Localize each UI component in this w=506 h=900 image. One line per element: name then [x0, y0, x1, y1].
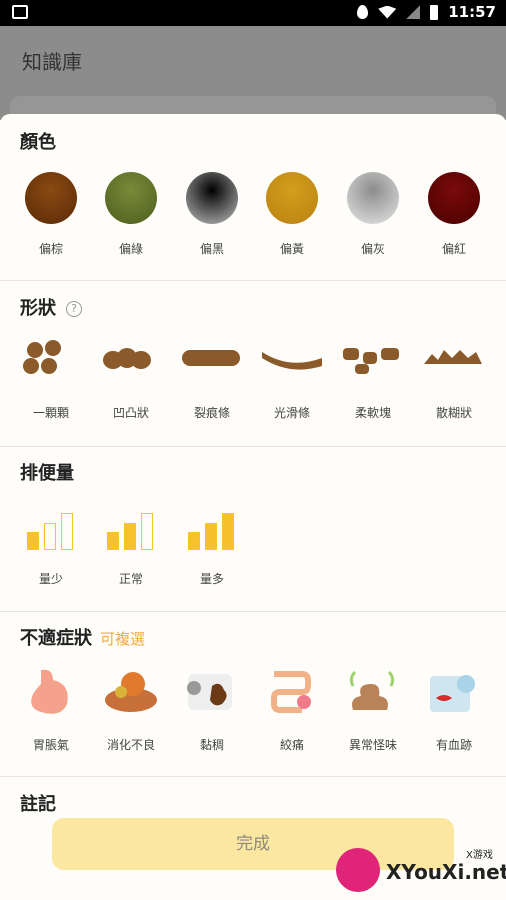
- color-label: 偏黑: [199, 242, 224, 256]
- amount-bar: [27, 532, 39, 550]
- image-notification-icon: [12, 5, 28, 19]
- color-option[interactable]: 偏紅: [414, 172, 494, 262]
- amount-bar: [188, 532, 200, 550]
- stomach-icon: [23, 666, 79, 722]
- color-swatch: [266, 172, 318, 224]
- shape-option[interactable]: 一顆顆: [11, 336, 91, 426]
- amount-option[interactable]: 量多: [172, 508, 252, 593]
- cellular-signal-icon: [406, 5, 421, 19]
- amount-option[interactable]: 量少: [11, 508, 91, 593]
- symptom-label: 有血跡: [435, 738, 472, 752]
- symptom-option[interactable]: 胃脹氣: [11, 666, 91, 758]
- symptom-label: 絞痛: [279, 738, 304, 752]
- mushy-icon: [422, 336, 486, 386]
- color-option[interactable]: 偏灰: [333, 172, 413, 262]
- amount-bar: [61, 513, 73, 550]
- color-label: 偏灰: [360, 242, 385, 256]
- watermark-small-text: X游戏: [466, 850, 493, 861]
- divider: [0, 776, 506, 777]
- sticky-toilet-paper-icon: [184, 666, 240, 722]
- location-icon: [357, 5, 369, 19]
- amount-option[interactable]: 正常: [91, 508, 171, 593]
- amount-label: 正常: [118, 572, 143, 586]
- amount-bars-icon: [107, 510, 157, 550]
- shape-label: 柔軟塊: [354, 406, 391, 420]
- divider: [0, 280, 506, 281]
- pellets-icon: [19, 336, 83, 386]
- multi-select-hint: 可複選: [100, 630, 146, 648]
- shape-label: 裂痕條: [193, 406, 230, 420]
- smelly-poop-icon: [345, 666, 401, 722]
- color-option[interactable]: 偏棕: [11, 172, 91, 262]
- symptom-label: 黏稠: [199, 738, 224, 752]
- color-swatch: [25, 172, 77, 224]
- status-bar: 11:57: [0, 0, 506, 26]
- color-label: 偏黃: [279, 242, 304, 256]
- watermark: X游戏 XYouXi.net: [336, 842, 506, 897]
- symptom-option[interactable]: 異常怪味: [333, 666, 413, 758]
- amount-bar: [141, 513, 153, 550]
- amount-label: 量少: [38, 572, 63, 586]
- cracked-log-icon: [180, 336, 244, 386]
- shape-option[interactable]: 柔軟塊: [333, 336, 413, 426]
- shape-label: 散糊狀: [435, 406, 472, 420]
- amount-bar: [107, 532, 119, 550]
- status-time: 11:57: [448, 3, 496, 21]
- symptom-label: 胃脹氣: [32, 738, 69, 752]
- section-title-color: 顏色: [20, 132, 56, 153]
- app-bar: 知識庫: [0, 26, 506, 92]
- battery-icon: [430, 4, 439, 20]
- color-swatch: [186, 172, 238, 224]
- wifi-icon: [378, 5, 397, 19]
- watermark-text: XYouXi.net: [386, 860, 506, 884]
- amount-bars-icon: [27, 510, 77, 550]
- color-label: 偏綠: [118, 242, 143, 256]
- bloody-paper-icon: [426, 666, 482, 722]
- shape-label: 凹凸狀: [112, 406, 149, 420]
- symptom-label: 異常怪味: [348, 738, 397, 752]
- page-title: 知識庫: [22, 50, 82, 74]
- soft-blobs-icon: [341, 336, 405, 386]
- symptom-option[interactable]: 黏稠: [172, 666, 252, 758]
- divider: [0, 611, 506, 612]
- amount-bar: [222, 513, 234, 550]
- indigestion-icon: [103, 666, 159, 722]
- section-title-notes: 註記: [20, 794, 56, 815]
- symptom-option[interactable]: 消化不良: [91, 666, 171, 758]
- symptom-option[interactable]: 有血跡: [414, 666, 494, 758]
- amount-bar: [124, 523, 136, 550]
- shape-label: 光滑條: [273, 406, 310, 420]
- color-swatch: [428, 172, 480, 224]
- watermark-logo-icon: [336, 848, 380, 892]
- shape-option[interactable]: 光滑條: [252, 336, 332, 426]
- shape-option[interactable]: 裂痕條: [172, 336, 252, 426]
- smooth-log-icon: [260, 336, 324, 386]
- help-icon[interactable]: ?: [66, 301, 82, 317]
- shape-option[interactable]: 凹凸狀: [91, 336, 171, 426]
- symptom-option[interactable]: 絞痛: [252, 666, 332, 758]
- lumpy-icon: [99, 336, 163, 386]
- divider: [0, 446, 506, 447]
- color-label: 偏紅: [441, 242, 466, 256]
- color-label: 偏棕: [38, 242, 63, 256]
- amount-bar: [44, 523, 56, 550]
- amount-bar: [205, 523, 217, 550]
- color-option[interactable]: 偏綠: [91, 172, 171, 262]
- knowledge-sheet: 顏色 形狀? 排便量 不適症狀 可複選 註記 偏棕 偏綠 偏黑 偏黃 偏灰 偏紅一顆顆 凹凸狀…: [0, 114, 506, 900]
- color-swatch: [105, 172, 157, 224]
- section-title-amount: 排便量: [20, 463, 74, 484]
- color-swatch: [347, 172, 399, 224]
- section-title-symptoms: 不適症狀 可複選: [20, 628, 146, 649]
- color-option[interactable]: 偏黑: [172, 172, 252, 262]
- amount-label: 量多: [199, 572, 224, 586]
- shape-label: 一顆顆: [32, 406, 69, 420]
- shape-option[interactable]: 散糊狀: [414, 336, 494, 426]
- color-option[interactable]: 偏黃: [252, 172, 332, 262]
- amount-bars-icon: [188, 510, 238, 550]
- symptom-label: 消化不良: [106, 738, 155, 752]
- intestine-icon: [264, 666, 320, 722]
- section-title-shape: 形狀?: [20, 294, 82, 320]
